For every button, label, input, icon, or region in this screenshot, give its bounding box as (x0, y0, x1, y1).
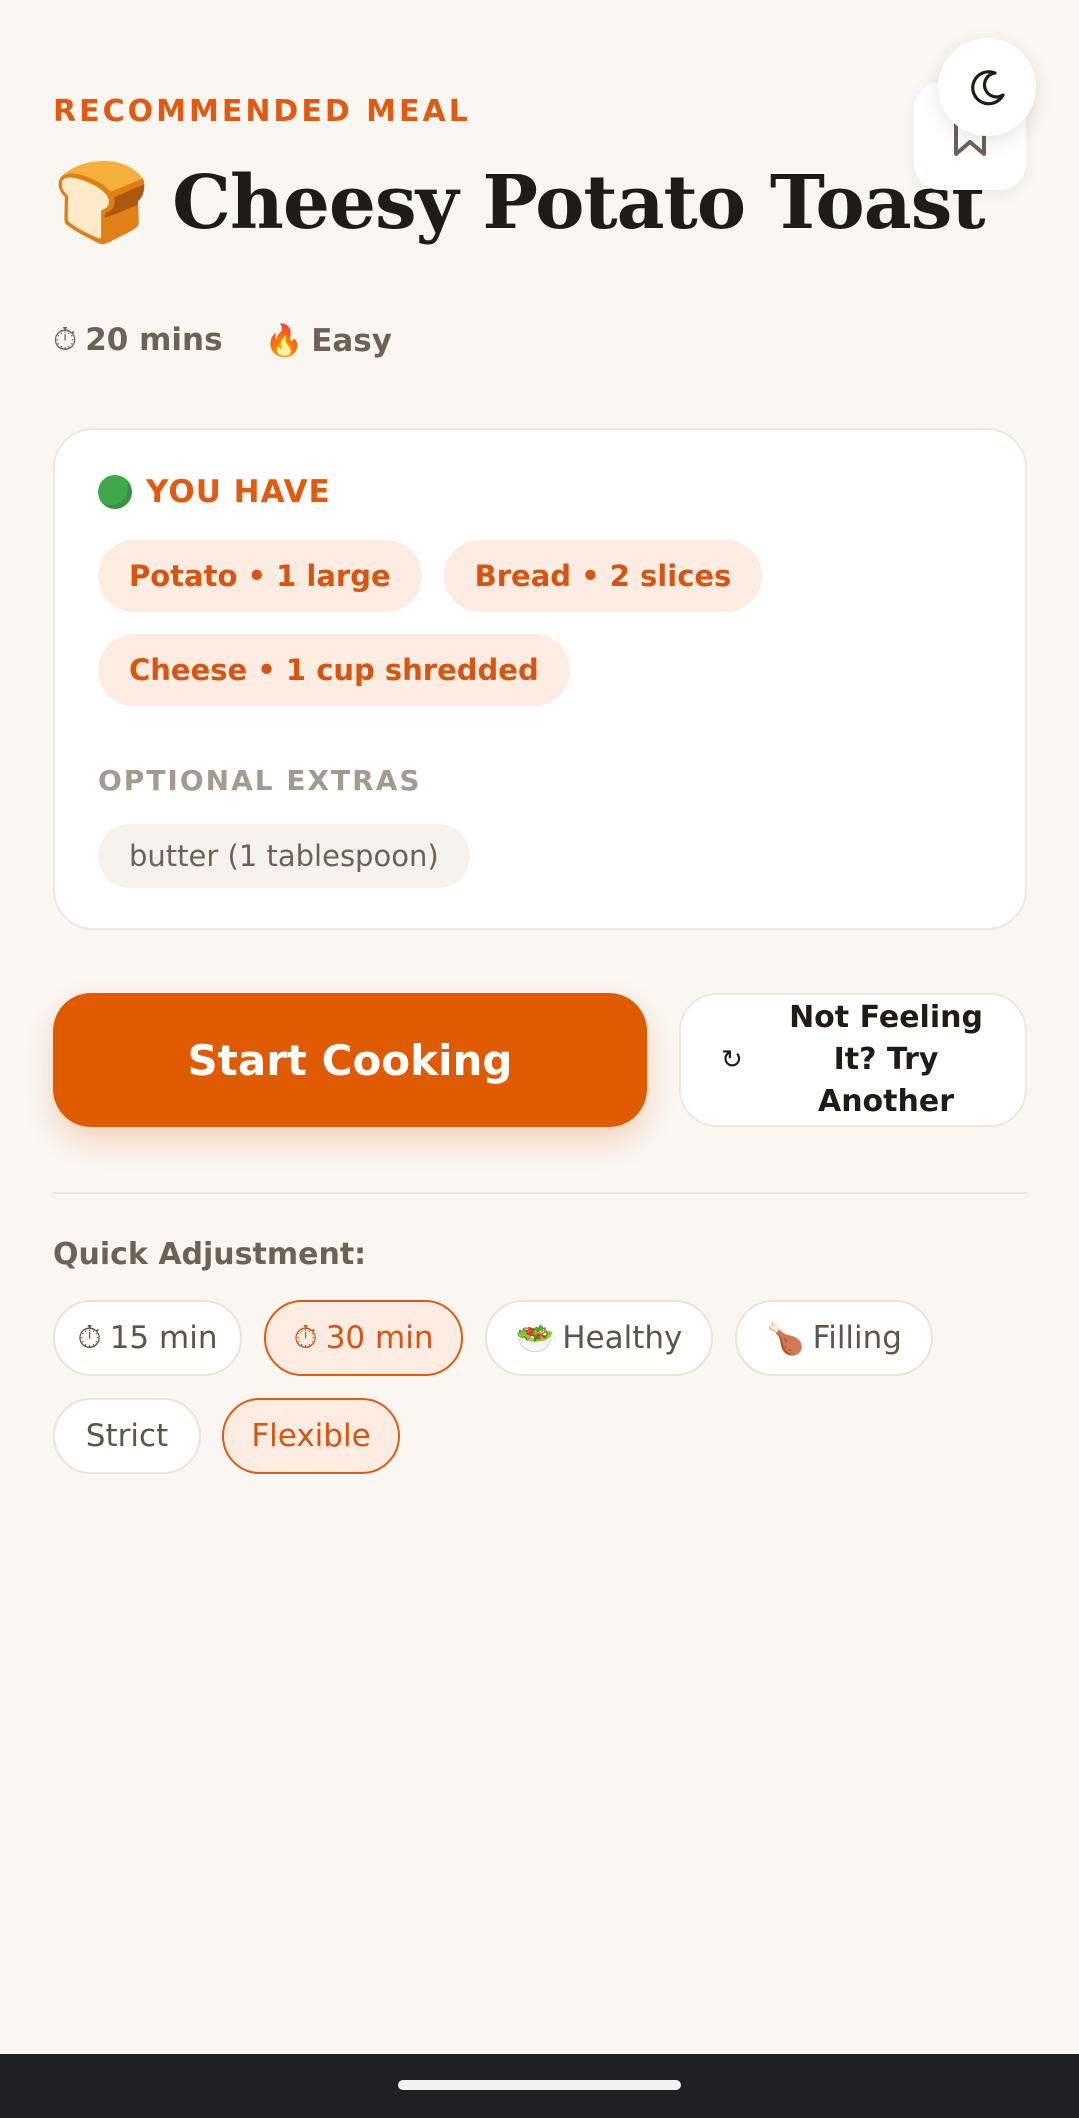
timer-icon: ⏱ (77, 1319, 102, 1356)
timer-icon: ⏱ (53, 322, 78, 358)
option-flexible[interactable]: Flexible (222, 1398, 400, 1474)
drumstick-icon: 🍗 (766, 1320, 805, 1357)
you-have-heading: YOU HAVE (98, 474, 331, 510)
option-label: 15 min (109, 1320, 218, 1356)
divider (53, 1192, 1027, 1194)
ingredient-chips: Potato • 1 large Bread • 2 slices Cheese… (98, 540, 978, 706)
recommended-label: RECOMMENDED MEAL (53, 94, 471, 129)
extra-chip: butter (1 tablespoon) (98, 824, 470, 888)
quick-adjustment-label: Quick Adjustment: (53, 1237, 367, 1272)
time-meta: ⏱ 20 mins (53, 322, 223, 359)
bread-icon: 🍞 (53, 158, 151, 248)
moon-icon (971, 70, 1005, 106)
difficulty-value: Easy (311, 323, 392, 359)
option-label: Strict (85, 1418, 169, 1454)
home-indicator[interactable] (398, 2080, 681, 2090)
option-label: 30 min (325, 1320, 434, 1356)
option-healthy[interactable]: 🥗 Healthy (485, 1300, 713, 1376)
ingredients-card: YOU HAVE Potato • 1 large Bread • 2 slic… (53, 428, 1027, 930)
recipe-meta: ⏱ 20 mins 🔥 Easy (53, 322, 392, 359)
difficulty-meta: 🔥 Easy (265, 322, 392, 359)
timer-icon: ⏱ (293, 1319, 318, 1356)
ingredient-chip: Bread • 2 slices (443, 540, 763, 612)
option-label: Healthy (562, 1320, 683, 1356)
option-label: Flexible (251, 1418, 371, 1454)
refresh-icon: ↻ (721, 1045, 743, 1075)
ingredient-chip: Cheese • 1 cup shredded (98, 634, 570, 706)
option-30-min[interactable]: ⏱ 30 min (264, 1300, 463, 1376)
title-row: 🍞 Cheesy Potato Toast (53, 158, 986, 248)
try-another-button[interactable]: ↻ Not Feeling It? Try Another (679, 993, 1027, 1127)
option-strict[interactable]: Strict (53, 1398, 201, 1474)
option-15-min[interactable]: ⏱ 15 min (53, 1300, 242, 1376)
page-title: Cheesy Potato Toast (172, 160, 985, 246)
ingredient-chip: Potato • 1 large (98, 540, 422, 612)
you-have-label: YOU HAVE (146, 474, 331, 510)
start-cooking-button[interactable]: Start Cooking (53, 993, 647, 1127)
fire-icon: 🔥 (264, 323, 304, 359)
option-label: Filling (812, 1320, 902, 1356)
salad-icon: 🥗 (515, 1320, 555, 1357)
option-filling[interactable]: 🍗 Filling (735, 1300, 933, 1376)
optional-extras-label: OPTIONAL EXTRAS (98, 764, 422, 797)
time-value: 20 mins (85, 322, 223, 358)
try-another-label: Not Feeling It? Try Another (789, 1000, 983, 1119)
theme-toggle-button[interactable] (938, 38, 1036, 136)
recipe-screen: RECOMMENDED MEAL 🍞 Cheesy Potato Toast ⏱… (0, 0, 1079, 2118)
green-dot-icon (98, 475, 132, 509)
